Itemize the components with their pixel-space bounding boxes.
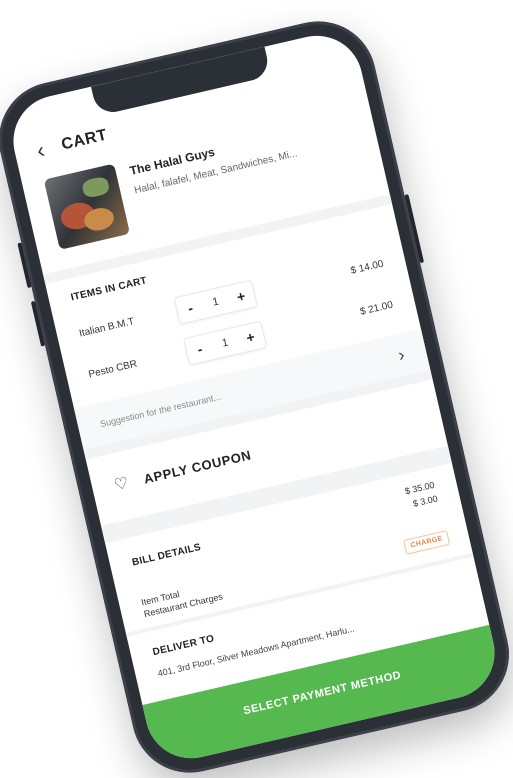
cart-screen: ‹ CART The Halal Guys Halal, falafel, Me… — [4, 27, 504, 768]
items-in-cart-label: ITEMS IN CART — [69, 275, 149, 304]
item-name: Italian B.M.T — [78, 315, 136, 340]
phone-power-button — [404, 194, 425, 264]
quantity-stepper: - 1 + — [173, 279, 258, 325]
chevron-left-icon[interactable]: ‹ — [34, 137, 47, 163]
phone-screen: ‹ CART The Halal Guys Halal, falafel, Me… — [4, 26, 504, 768]
apply-coupon-label: APPLY COUPON — [142, 446, 253, 487]
top-bar: ‹ CART — [34, 125, 110, 164]
tag-icon: ♡ — [112, 474, 131, 495]
quantity-stepper: - 1 + — [183, 320, 268, 366]
decrement-button[interactable]: - — [175, 292, 206, 323]
increment-button[interactable]: + — [225, 281, 256, 312]
decrement-button[interactable]: - — [184, 333, 215, 364]
divider — [101, 445, 452, 544]
item-price: $ 21.00 — [358, 299, 394, 318]
chevron-right-icon[interactable]: › — [396, 344, 407, 366]
stage: ‹ CART The Halal Guys Halal, falafel, Me… — [0, 0, 513, 778]
bill-details-label: BILL DETAILS — [131, 541, 203, 569]
page-title: CART — [59, 126, 109, 154]
phone-side-button — [17, 242, 32, 289]
item-name: Pesto CBR — [87, 358, 139, 380]
charge-badge: CHARGE — [403, 530, 451, 555]
item-quantity: 1 — [220, 336, 230, 350]
increment-button[interactable]: + — [235, 322, 266, 353]
item-price: $ 14.00 — [349, 258, 385, 277]
phone-side-button — [30, 300, 46, 347]
deliver-to-label: DELIVER TO — [151, 633, 216, 659]
restaurant-image — [43, 163, 131, 250]
item-quantity: 1 — [211, 295, 221, 309]
phone-mockup: ‹ CART The Halal Guys Halal, falafel, Me… — [0, 9, 513, 778]
bill-values: $ 35.00 $ 3.00 — [404, 478, 440, 512]
restaurant-info: The Halal Guys Halal, falafel, Meat, San… — [128, 123, 307, 231]
